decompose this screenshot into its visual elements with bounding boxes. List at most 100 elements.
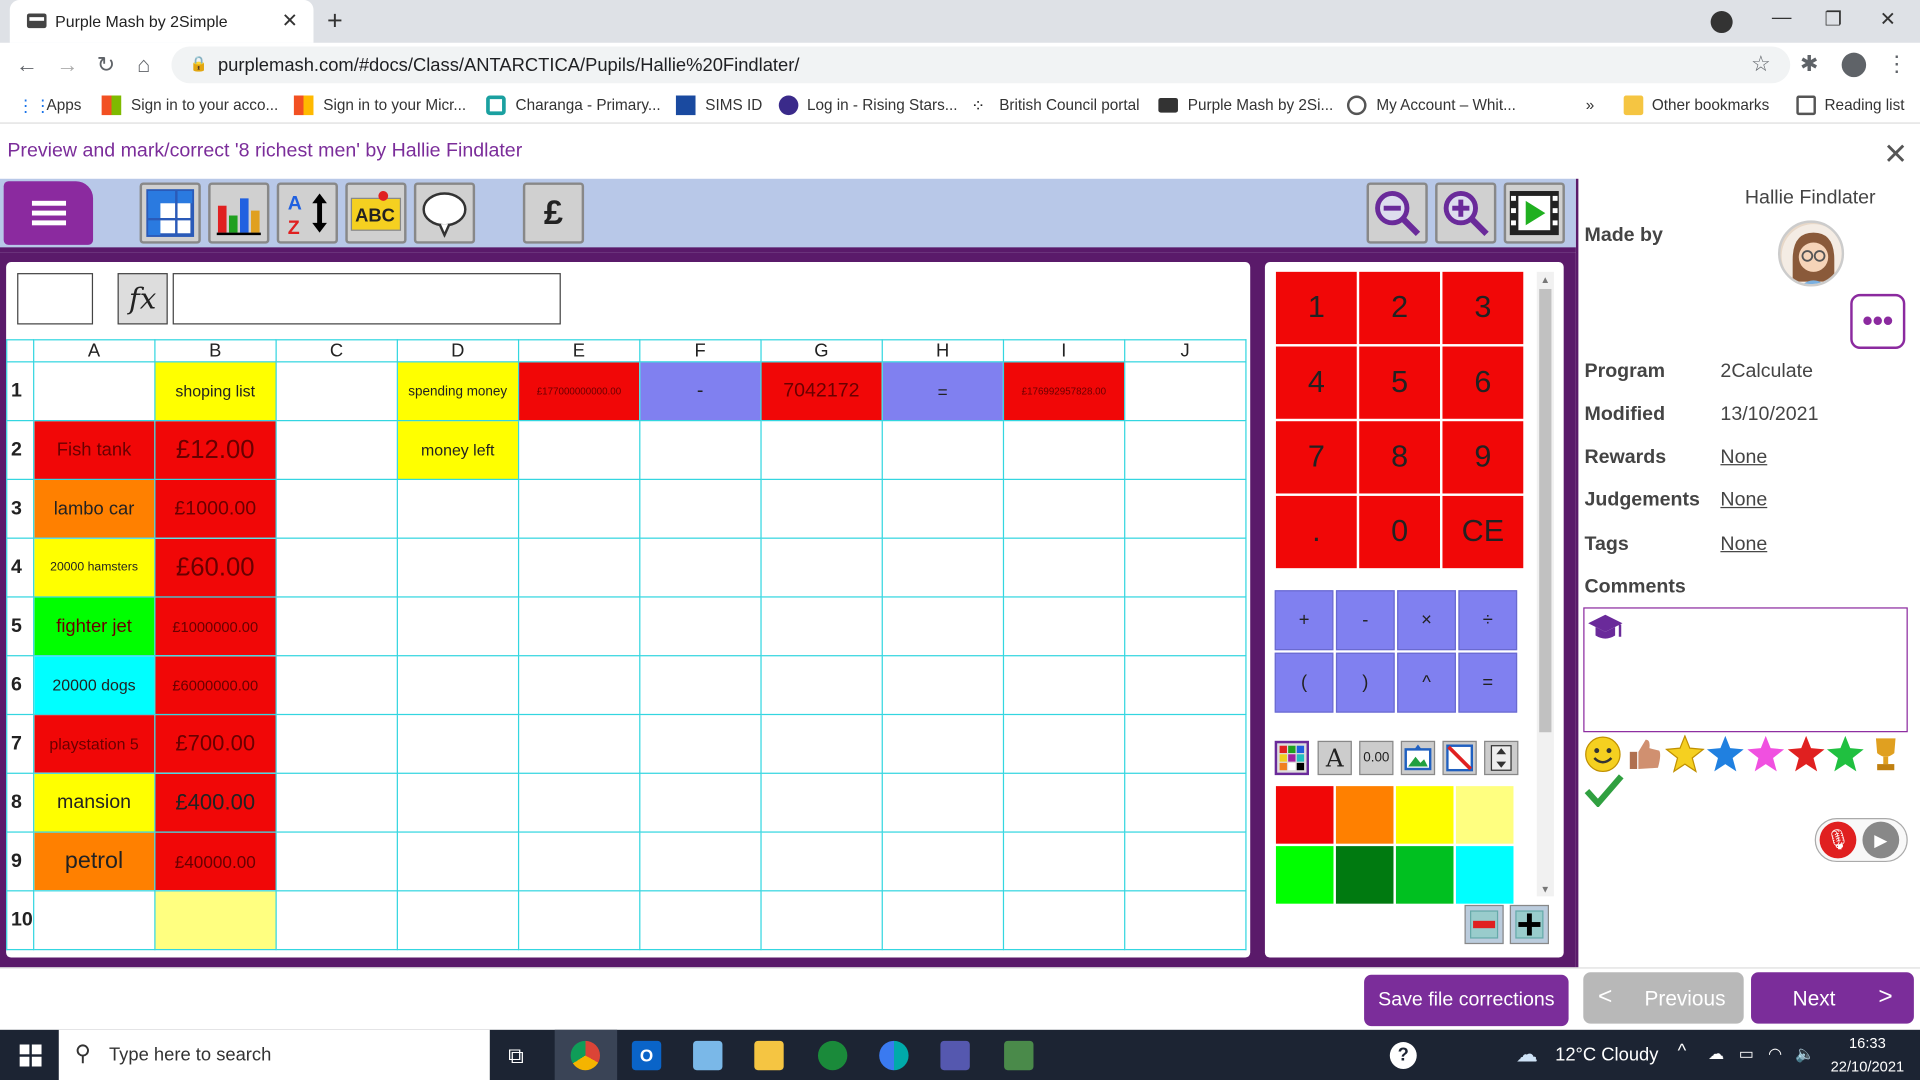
cell-B5[interactable]: £1000000.00 bbox=[154, 596, 277, 657]
cell-G5[interactable] bbox=[760, 596, 883, 657]
key-2[interactable]: 2 bbox=[1359, 271, 1441, 345]
key-8[interactable]: 8 bbox=[1359, 421, 1441, 494]
cell-B8[interactable]: £400.00 bbox=[154, 772, 277, 833]
task-view-icon[interactable]: ⧉ bbox=[508, 1043, 524, 1069]
help-icon[interactable]: ? bbox=[1389, 1042, 1417, 1069]
cell-C2[interactable] bbox=[275, 420, 398, 481]
colour-swatch-orange[interactable] bbox=[1335, 786, 1394, 844]
row-header[interactable]: 6 bbox=[6, 655, 35, 716]
column-header[interactable]: E bbox=[517, 339, 641, 363]
zoom-in-button[interactable] bbox=[1435, 182, 1497, 244]
column-header[interactable]: B bbox=[154, 339, 277, 363]
cell-J1[interactable] bbox=[1123, 361, 1247, 422]
cell-E8[interactable] bbox=[517, 772, 641, 833]
cell-J7[interactable] bbox=[1123, 713, 1247, 774]
key-6[interactable]: 6 bbox=[1442, 346, 1524, 419]
cell-D10[interactable] bbox=[396, 890, 519, 951]
key-clear-entry[interactable]: CE bbox=[1442, 495, 1524, 569]
url-text[interactable]: purplemash.com/#docs/Class/ANTARCTICA/Pu… bbox=[218, 55, 800, 76]
cell-J3[interactable] bbox=[1123, 478, 1247, 539]
spinner-tool[interactable] bbox=[1484, 740, 1519, 776]
cell-G2[interactable] bbox=[760, 420, 883, 481]
thumbs-up-sticker-icon[interactable] bbox=[1626, 736, 1663, 779]
cell-D5[interactable] bbox=[396, 596, 519, 657]
cell-A4[interactable]: 20000 hamsters bbox=[32, 537, 156, 598]
cell-C3[interactable] bbox=[275, 478, 398, 539]
bookmark-rising-stars[interactable]: Log in - Rising Stars... bbox=[807, 97, 958, 114]
play-icon[interactable]: ▶ bbox=[1862, 821, 1900, 859]
blue-star-sticker-icon[interactable] bbox=[1706, 735, 1745, 780]
row-header[interactable]: 5 bbox=[6, 596, 35, 657]
cell-C10[interactable] bbox=[275, 890, 398, 951]
cell-G9[interactable] bbox=[760, 831, 883, 892]
cell-F6[interactable] bbox=[638, 655, 762, 716]
cell-G3[interactable] bbox=[760, 478, 883, 539]
gold-star-sticker-icon[interactable] bbox=[1664, 734, 1705, 780]
formula-input[interactable] bbox=[172, 273, 561, 325]
spell-check-button[interactable]: ABC bbox=[345, 182, 407, 244]
tags-link[interactable]: None bbox=[1720, 534, 1767, 556]
text-style-tool[interactable]: A bbox=[1317, 740, 1352, 776]
cell-C7[interactable] bbox=[275, 713, 398, 774]
cell-G7[interactable] bbox=[760, 713, 883, 774]
forward-icon[interactable]: → bbox=[56, 53, 78, 79]
cell-B1[interactable]: shoping list bbox=[154, 361, 277, 422]
more-options-button[interactable]: ••• bbox=[1850, 293, 1906, 349]
key-minus[interactable]: - bbox=[1335, 590, 1395, 651]
bookmark-purple-mash[interactable]: Purple Mash by 2Si... bbox=[1188, 97, 1333, 114]
cell-I3[interactable] bbox=[1002, 478, 1126, 539]
previous-button[interactable]: < Previous bbox=[1583, 972, 1744, 1024]
cell-C5[interactable] bbox=[275, 596, 398, 657]
cell-H4[interactable] bbox=[881, 537, 1004, 598]
cell-G10[interactable] bbox=[760, 890, 883, 951]
cell-H5[interactable] bbox=[881, 596, 1004, 657]
colour-swatch-light-yellow[interactable] bbox=[1455, 786, 1514, 844]
key-equals[interactable]: = bbox=[1458, 652, 1518, 713]
cell-A9[interactable]: petrol bbox=[32, 831, 156, 892]
cell-B10[interactable] bbox=[154, 890, 277, 951]
xbox-icon[interactable] bbox=[817, 1040, 848, 1071]
window-close-icon[interactable]: ✕ bbox=[1880, 7, 1896, 31]
judgements-link[interactable]: None bbox=[1720, 490, 1767, 512]
column-header[interactable]: H bbox=[881, 339, 1004, 363]
cell-B2[interactable]: £12.00 bbox=[154, 420, 277, 481]
cell-F10[interactable] bbox=[638, 890, 762, 951]
cell-G6[interactable] bbox=[760, 655, 883, 716]
column-header[interactable]: C bbox=[275, 339, 398, 363]
key-decimal[interactable]: . bbox=[1275, 495, 1357, 569]
scroll-up-icon[interactable]: ▲ bbox=[1540, 274, 1550, 285]
key-7[interactable]: 7 bbox=[1275, 421, 1357, 494]
chrome-icon[interactable] bbox=[570, 1040, 601, 1071]
row-header[interactable]: 1 bbox=[6, 361, 35, 422]
colour-swatch-yellow[interactable] bbox=[1395, 786, 1454, 844]
reload-icon[interactable]: ↻ bbox=[97, 53, 115, 79]
cell-F8[interactable] bbox=[638, 772, 762, 833]
sort-button[interactable]: AZ bbox=[276, 182, 338, 244]
colour-swatch-green[interactable] bbox=[1275, 846, 1334, 904]
colour-swatch-dark-green[interactable] bbox=[1335, 846, 1394, 904]
browser-tab[interactable]: Purple Mash by 2Simple ✕ bbox=[9, 0, 314, 43]
key-open-paren[interactable]: ( bbox=[1274, 652, 1334, 713]
cell-E1[interactable]: £177000000000.00 bbox=[517, 361, 641, 422]
cell-I6[interactable] bbox=[1002, 655, 1126, 716]
add-row-button[interactable] bbox=[1509, 904, 1549, 945]
cell-J8[interactable] bbox=[1123, 772, 1247, 833]
save-corrections-button[interactable]: Save file corrections bbox=[1364, 974, 1569, 1027]
cell-H1[interactable]: = bbox=[881, 361, 1004, 422]
cell-D2[interactable]: money left bbox=[396, 420, 519, 481]
key-4[interactable]: 4 bbox=[1275, 346, 1357, 419]
cell-A3[interactable]: lambo car bbox=[32, 478, 156, 539]
browser-menu-icon[interactable]: ⋮ bbox=[1886, 51, 1908, 77]
colour-swatch-red[interactable] bbox=[1275, 786, 1334, 844]
cell-I8[interactable] bbox=[1002, 772, 1126, 833]
green-star-sticker-icon[interactable] bbox=[1826, 735, 1865, 780]
cell-D3[interactable] bbox=[396, 478, 519, 539]
colour-swatch-cyan[interactable] bbox=[1455, 846, 1514, 904]
column-header[interactable]: D bbox=[396, 339, 519, 363]
cell-E6[interactable] bbox=[517, 655, 641, 716]
restore-icon[interactable]: ❐ bbox=[1825, 7, 1843, 31]
colour-swatch-mid-green[interactable] bbox=[1395, 846, 1454, 904]
key-plus[interactable]: + bbox=[1274, 590, 1334, 651]
cell-D8[interactable] bbox=[396, 772, 519, 833]
cell-B6[interactable]: £6000000.00 bbox=[154, 655, 277, 716]
